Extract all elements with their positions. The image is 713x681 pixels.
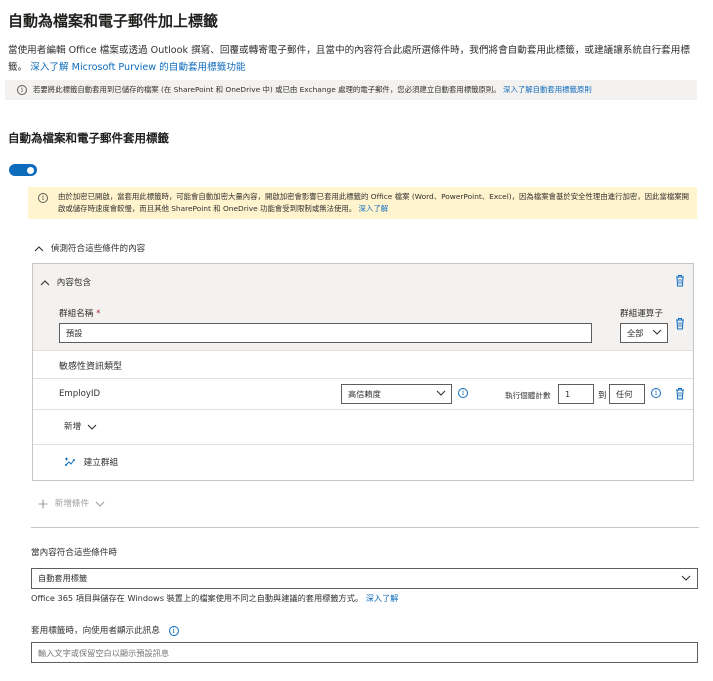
instance-min-input[interactable]: 1	[558, 384, 594, 404]
add-condition-button[interactable]: 新增條件	[38, 497, 105, 509]
add-condition-label: 新增條件	[54, 499, 90, 509]
divider	[33, 350, 693, 351]
info-icon: i	[38, 193, 48, 203]
chevron-down-icon	[87, 424, 97, 430]
action-value: 自動套用標籤	[38, 573, 88, 583]
detect-conditions-toggle[interactable]: 偵測符合這些條件的內容	[34, 242, 145, 254]
group-operator-value: 全部	[627, 328, 644, 338]
chevron-down-icon	[681, 575, 691, 581]
group-operator-label: 群組運算子	[620, 309, 663, 319]
trash-icon[interactable]	[674, 387, 686, 400]
chevron-up-icon	[40, 279, 50, 285]
encryption-warning: i 由於加密已開啟，當套用此標籤時，可能會自動加密大量內容，開啟加密會影響已套用…	[28, 187, 697, 219]
confidence-select[interactable]: 高信賴度	[341, 384, 452, 404]
detect-conditions-label: 偵測符合這些條件的內容	[50, 244, 146, 254]
add-label: 新增	[64, 422, 82, 432]
content-contains-toggle[interactable]: 內容包含	[40, 276, 91, 288]
chevron-down-icon	[652, 329, 662, 335]
sit-name: EmployID	[59, 389, 101, 399]
confidence-value: 高信賴度	[348, 389, 381, 399]
message-input[interactable]	[31, 642, 698, 663]
warning-learn-more-link[interactable]: 深入了解	[359, 204, 389, 213]
group-name-label-text: 群組名稱	[59, 309, 94, 319]
divider	[33, 378, 693, 379]
action-select[interactable]: 自動套用標籤	[31, 568, 698, 589]
add-dropdown[interactable]: 新增	[64, 420, 97, 432]
chevron-down-icon	[436, 390, 446, 396]
message-label: 套用標籤時，向使用者顯示此訊息 i	[31, 624, 179, 636]
chevron-up-icon	[34, 245, 44, 251]
when-match-label: 當內容符合這些條件時	[31, 548, 117, 558]
create-group-icon	[65, 457, 75, 466]
chevron-down-icon	[95, 501, 105, 507]
group-name-label: 群組名稱 *	[59, 309, 101, 319]
message-label-text: 套用標籤時，向使用者顯示此訊息	[31, 626, 160, 636]
group-operator-select[interactable]: 全部	[620, 323, 668, 343]
purview-learn-more-link[interactable]: 深入了解 Microsoft Purview 的自動套用標籤功能	[30, 62, 245, 73]
divider	[33, 409, 693, 410]
info-bar: i 若要將此標籤自動套用到已儲存的檔案 (在 SharePoint 和 OneD…	[5, 80, 697, 100]
divider	[33, 444, 693, 445]
page-title: 自動為檔案和電子郵件加上標籤	[8, 12, 219, 30]
create-group-button[interactable]: 建立群組	[64, 456, 118, 468]
info-bar-text: 若要將此標籤自動套用到已儲存的檔案 (在 SharePoint 和 OneDri…	[33, 85, 501, 94]
plus-icon	[38, 499, 48, 508]
trash-icon[interactable]	[674, 317, 686, 330]
action-note-link[interactable]: 深入了解	[366, 593, 399, 603]
info-icon[interactable]: i	[458, 388, 468, 398]
action-note-text: Office 365 項目與儲存在 Windows 裝置上的檔案使用不同之自動與…	[31, 593, 364, 603]
create-group-label: 建立群組	[83, 458, 119, 468]
content-contains-header	[33, 264, 693, 298]
divider	[31, 527, 699, 528]
auto-label-toggle[interactable]	[9, 164, 37, 176]
page-description: 當使用者編輯 Office 檔案或透過 Outlook 撰寫、回覆或轉寄電子郵件…	[8, 42, 703, 76]
info-icon[interactable]: i	[168, 625, 179, 636]
auto-labeling-policy-link[interactable]: 深入了解自動套用標籤原則	[503, 85, 592, 94]
content-contains-label: 內容包含	[56, 278, 92, 288]
instance-count-label: 執行個體計數	[505, 391, 551, 400]
info-icon: i	[17, 85, 27, 95]
instance-max-input[interactable]: 任何	[609, 384, 645, 404]
group-name-input[interactable]: 預設	[59, 323, 592, 343]
trash-icon[interactable]	[674, 274, 686, 287]
section-title: 自動為檔案和電子郵件套用標籤	[8, 131, 169, 145]
to-label: 到	[598, 391, 607, 401]
action-note: Office 365 項目與儲存在 Windows 裝置上的檔案使用不同之自動與…	[31, 592, 399, 604]
sensitive-types-header: 敏感性資訊類型	[59, 362, 123, 372]
info-icon[interactable]: i	[651, 388, 661, 398]
